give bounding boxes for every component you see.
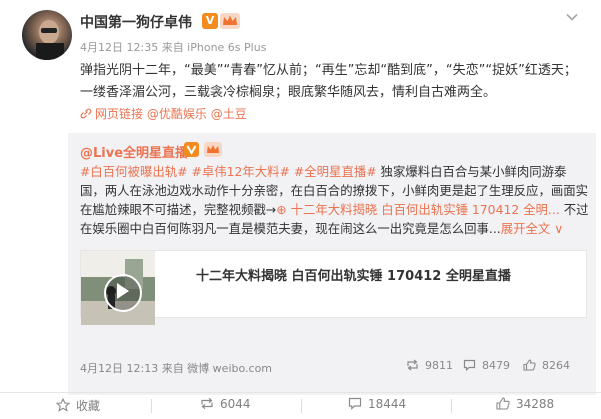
action-divider	[151, 399, 152, 413]
verified-icon: V	[202, 13, 218, 29]
comment-icon	[463, 359, 476, 371]
repost-icon	[407, 359, 418, 371]
favorite-label: 收藏	[76, 399, 101, 413]
comment-count: 18444	[368, 397, 407, 411]
like-count: 34288	[516, 397, 555, 411]
comment-button[interactable]: 18444	[348, 397, 406, 411]
favorite-icon	[56, 398, 70, 412]
mention-link[interactable]: @优酷娱乐	[147, 107, 207, 121]
repost-button[interactable]: 6044	[200, 397, 251, 411]
inline-link[interactable]: 展开全文 ∨	[501, 221, 564, 236]
video-card-title[interactable]: 十二年大料揭晓 白百何出轨实锤 170412 全明星直播	[196, 265, 511, 284]
post-meta: 4月12日 12:35 来自 iPhone 6s Plus	[80, 41, 267, 54]
play-icon[interactable]	[104, 274, 142, 312]
chevron-down-icon[interactable]	[565, 10, 579, 24]
inline-link[interactable]: ⊕ 十二年大料揭晓 白百何出轨实锤 170412 全明...	[276, 202, 560, 217]
repost-reposts-count: 9811	[425, 359, 453, 372]
link-icon	[80, 108, 92, 119]
action-divider	[451, 399, 452, 413]
mention-link[interactable]: @土豆	[211, 107, 247, 121]
repost-comments[interactable]: 8479	[463, 359, 510, 372]
web-link-label: 网页链接	[95, 107, 144, 121]
like-icon	[523, 359, 536, 371]
hashtag-link[interactable]: #白百何被曝出轨#	[80, 164, 188, 179]
hashtag-link[interactable]: #卓伟12年大料#	[191, 164, 289, 179]
like-button[interactable]: 34288	[496, 397, 554, 411]
repost-author[interactable]: @Live全明星直播	[80, 142, 188, 161]
repost-text: #白百何被曝出轨# #卓伟12年大料# #全明星直播# 独家爆料白百合与某小鲜肉…	[80, 162, 590, 238]
hashtag-link[interactable]: #全明星直播#	[294, 164, 377, 179]
username[interactable]: 中国第一狗仔卓伟	[80, 12, 192, 32]
crown-icon	[220, 13, 240, 29]
repost-likes-count: 8264	[542, 359, 570, 372]
web-link[interactable]: 网页链接	[80, 107, 143, 121]
repost-count: 6044	[220, 397, 251, 411]
repost-icon	[201, 397, 213, 410]
post-links: 网页链接 @优酷娱乐 @土豆	[80, 105, 247, 122]
like-icon	[496, 397, 510, 410]
repost-comments-count: 8479	[482, 359, 510, 372]
avatar[interactable]	[22, 10, 72, 60]
repost-badges	[184, 142, 223, 161]
verified-icon	[184, 142, 199, 157]
crown-icon	[204, 142, 223, 157]
repost-footer: 4月12日 12:13 来自 微博 weibo.com	[80, 362, 273, 375]
repost-likes[interactable]: 8264	[523, 359, 570, 372]
action-bar-divider	[0, 392, 601, 393]
video-card[interactable]	[80, 250, 587, 318]
favorite-button[interactable]: 收藏	[56, 397, 100, 414]
action-divider	[301, 399, 302, 413]
comment-icon	[348, 397, 362, 410]
repost-reposts[interactable]: 9811	[406, 359, 453, 372]
post-text: 弹指光阴十二年，“最美”“青春”忆从前；“再生”忘却“酷到底”，“失恋”“捉妖”…	[80, 63, 577, 100]
